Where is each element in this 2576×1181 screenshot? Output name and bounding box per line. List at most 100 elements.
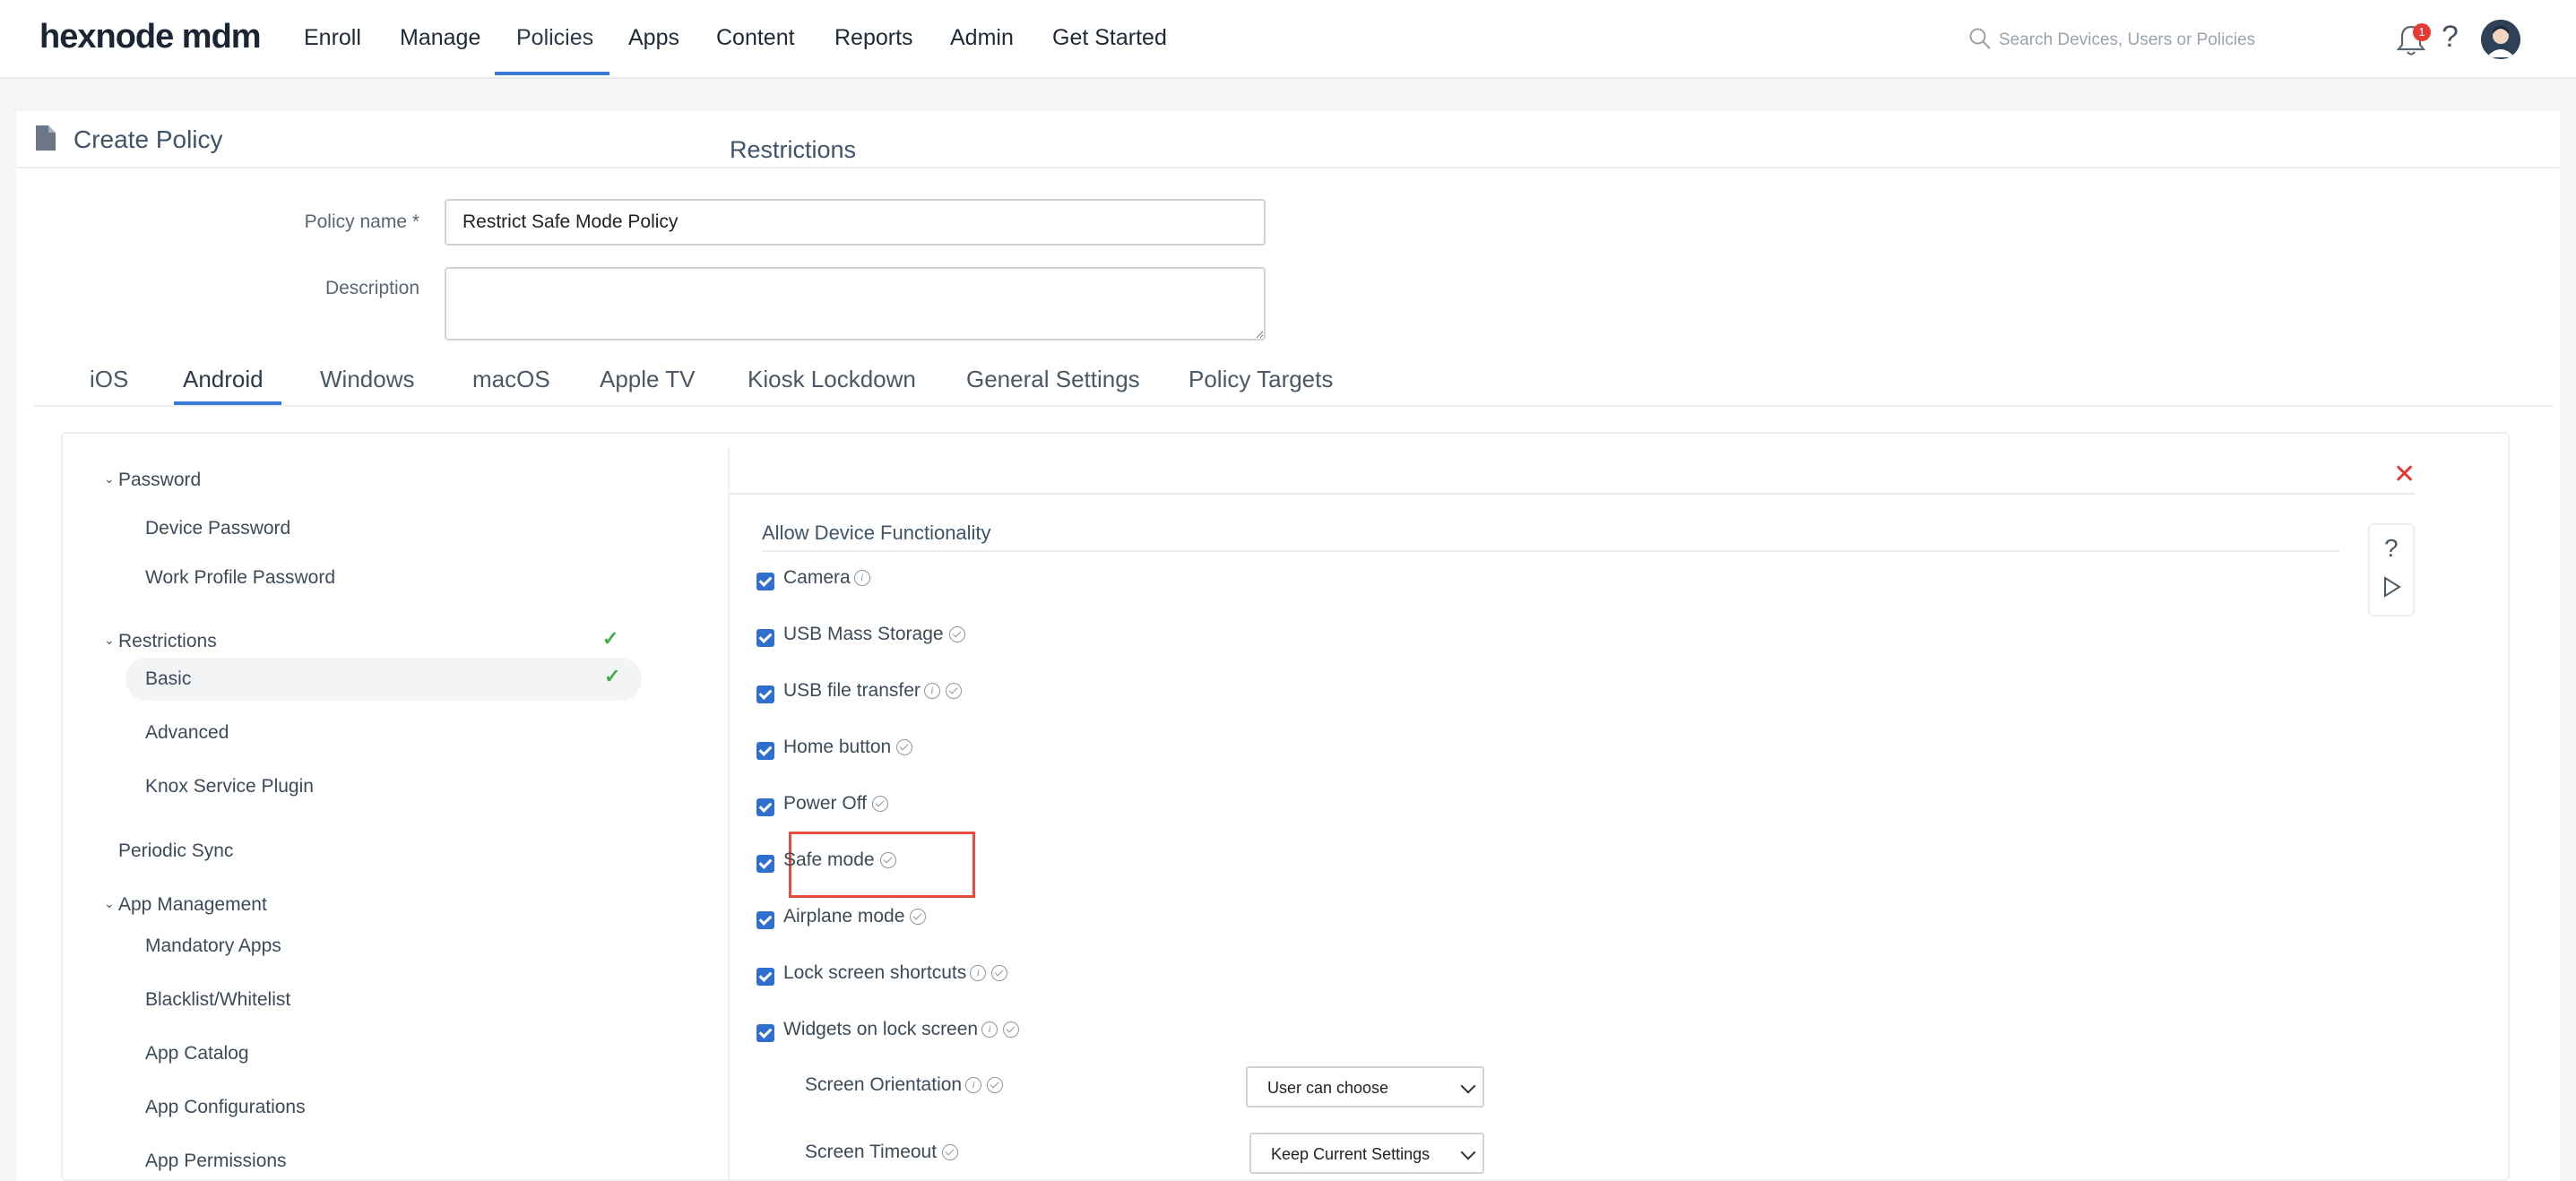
- screen-timeout-label: Screen Timeout: [805, 1142, 959, 1163]
- usb-file-transfer-checkbox[interactable]: [756, 685, 774, 703]
- tab-active-indicator: [174, 401, 281, 405]
- description-label: Description: [324, 278, 419, 298]
- safe-mode-label: Safe mode: [783, 849, 896, 871]
- power-off-checkbox[interactable]: [756, 798, 774, 816]
- help-icon[interactable]: ?: [2442, 20, 2459, 55]
- info-icon[interactable]: i: [981, 1022, 998, 1039]
- tabs-divider: [34, 405, 2553, 407]
- chevron-down-icon: [1460, 1144, 1476, 1160]
- sidebar-item-app-configurations[interactable]: App Configurations: [145, 1097, 306, 1118]
- widgets-on-lock-screen-label: Widgets on lock screen i: [783, 1019, 1020, 1040]
- nav-active-indicator: [495, 72, 609, 75]
- help-icon[interactable]: ?: [2384, 534, 2399, 563]
- tab-macos[interactable]: macOS: [472, 366, 550, 393]
- usb-mass-storage-label: USB Mass Storage: [783, 624, 965, 645]
- document-icon: [36, 125, 56, 151]
- sidebar-item-basic[interactable]: Basic: [145, 668, 191, 690]
- sidebar-item-device-password[interactable]: Device Password: [145, 518, 290, 539]
- page-title: Create Policy: [73, 125, 223, 153]
- usb-file-transfer-label: USB file transfer i: [783, 680, 962, 702]
- nav-content[interactable]: Content: [716, 25, 795, 51]
- sidebar-item-app-permissions[interactable]: App Permissions: [145, 1151, 287, 1172]
- camera-label: Camera i: [783, 567, 870, 589]
- usb-mass-storage-checkbox[interactable]: [756, 629, 774, 647]
- info-icon[interactable]: i: [853, 570, 870, 587]
- sidebar-item-mandatory-apps[interactable]: Mandatory Apps: [145, 935, 281, 957]
- airplane-mode-checkbox[interactable]: [756, 911, 774, 929]
- tab-windows[interactable]: Windows: [320, 366, 414, 393]
- restrictions-check-icon: ✓: [602, 627, 619, 650]
- close-icon[interactable]: ✕: [2393, 459, 2416, 490]
- lock-screen-shortcuts-label: Lock screen shortcuts i: [783, 962, 1008, 984]
- info-icon[interactable]: i: [923, 683, 940, 700]
- chevron-down-icon: [1460, 1078, 1476, 1094]
- nav-get-started[interactable]: Get Started: [1052, 25, 1167, 51]
- lock-screen-shortcuts-checkbox[interactable]: [756, 968, 774, 986]
- tab-apple-tv[interactable]: Apple TV: [600, 366, 695, 393]
- avatar[interactable]: [2481, 20, 2520, 59]
- group-divider: [762, 550, 2339, 552]
- nav-reports[interactable]: Reports: [834, 25, 913, 51]
- chevron-down-icon[interactable]: ⌄: [104, 633, 115, 648]
- chevron-down-icon[interactable]: ⌄: [104, 896, 115, 911]
- info-icon[interactable]: i: [965, 1077, 982, 1094]
- home-button-checkbox[interactable]: [756, 742, 774, 760]
- basic-check-icon: ✓: [604, 665, 621, 687]
- home-button-label-text: Home button: [783, 737, 892, 757]
- screen-timeout-select[interactable]: Keep Current Settings: [1249, 1133, 1484, 1174]
- power-off-label: Power Off: [783, 793, 888, 815]
- nav-apps[interactable]: Apps: [628, 25, 679, 51]
- card-header: Create Policy: [16, 111, 2560, 168]
- policy-name-input[interactable]: [445, 199, 1266, 246]
- verified-icon: [942, 1144, 959, 1161]
- widgets-on-lock-screen-checkbox[interactable]: [756, 1024, 774, 1042]
- group-title-allow-device-functionality: Allow Device Functionality: [762, 522, 991, 544]
- chevron-down-icon[interactable]: ⌄: [104, 471, 115, 487]
- power-off-label-text: Power Off: [783, 793, 867, 814]
- tab-ios[interactable]: iOS: [90, 366, 128, 393]
- play-icon[interactable]: [2382, 575, 2402, 599]
- verified-icon: [1003, 1022, 1020, 1039]
- description-input[interactable]: [445, 267, 1266, 341]
- sidebar-group-password[interactable]: Password: [118, 470, 201, 491]
- search-input[interactable]: [1999, 25, 2339, 56]
- sidebar-item-knox-service-plugin[interactable]: Knox Service Plugin: [145, 776, 314, 797]
- sidebar-item-basic-selected[interactable]: [125, 658, 642, 701]
- sidebar-group-restrictions[interactable]: Restrictions: [118, 631, 217, 652]
- tab-policy-targets[interactable]: Policy Targets: [1189, 366, 1333, 393]
- nav-manage[interactable]: Manage: [400, 25, 480, 51]
- nav-enroll[interactable]: Enroll: [304, 25, 361, 51]
- user-avatar-icon: [2481, 20, 2520, 59]
- camera-checkbox[interactable]: [756, 573, 774, 590]
- sidebar-item-advanced[interactable]: Advanced: [145, 722, 229, 744]
- screen-timeout-value: Keep Current Settings: [1271, 1145, 1431, 1163]
- usb-file-transfer-label-text: USB file transfer: [783, 680, 921, 701]
- camera-label-text: Camera: [783, 567, 851, 588]
- info-icon[interactable]: i: [970, 965, 987, 982]
- lock-screen-shortcuts-label-text: Lock screen shortcuts: [783, 962, 967, 983]
- safe-mode-label-text: Safe mode: [783, 849, 875, 870]
- sidebar-item-app-catalog[interactable]: App Catalog: [145, 1043, 249, 1065]
- verified-icon: [910, 909, 927, 926]
- sidebar-divider: [728, 448, 730, 1181]
- screen-orientation-label-text: Screen Orientation: [805, 1074, 963, 1095]
- search-icon: [1969, 28, 1991, 49]
- airplane-mode-label-text: Airplane mode: [783, 906, 905, 927]
- widgets-on-lock-screen-label-text: Widgets on lock screen: [783, 1019, 979, 1039]
- sidebar-group-app-management[interactable]: App Management: [118, 894, 267, 916]
- verified-icon: [896, 739, 913, 756]
- brand-logo[interactable]: hexnode mdm: [39, 18, 262, 56]
- verified-icon: [871, 796, 888, 813]
- tab-android[interactable]: Android: [183, 366, 264, 393]
- safe-mode-checkbox[interactable]: [756, 855, 774, 873]
- sidebar-item-blacklist-whitelist[interactable]: Blacklist/Whitelist: [145, 989, 290, 1011]
- sidebar-item-periodic-sync[interactable]: Periodic Sync: [118, 840, 233, 862]
- home-button-label: Home button: [783, 737, 913, 758]
- sidebar-item-work-profile-password[interactable]: Work Profile Password: [145, 567, 335, 589]
- tab-kiosk-lockdown[interactable]: Kiosk Lockdown: [748, 366, 916, 393]
- restrictions-title: Restrictions: [730, 136, 857, 163]
- tab-general-settings[interactable]: General Settings: [966, 366, 1140, 393]
- screen-orientation-select[interactable]: User can choose: [1246, 1066, 1484, 1108]
- nav-policies[interactable]: Policies: [516, 25, 593, 51]
- nav-admin[interactable]: Admin: [950, 25, 1014, 51]
